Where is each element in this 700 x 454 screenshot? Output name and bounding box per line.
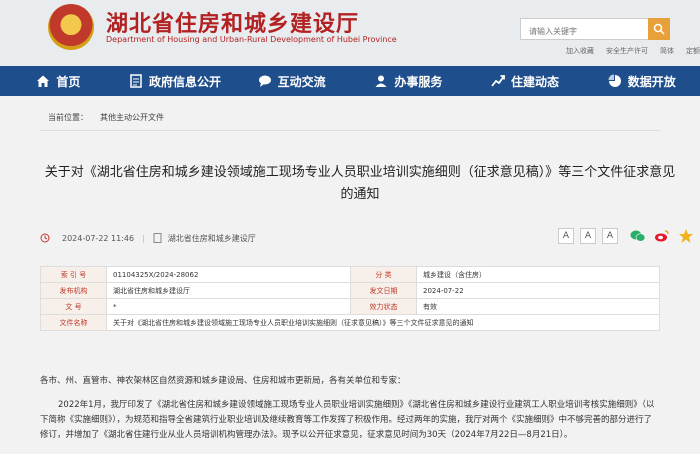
article-date: 2024-07-22 11:46 <box>62 233 135 243</box>
clock-icon <box>40 233 50 243</box>
body-paragraph: 2022年1月，我厅印发了《湖北省住房和城乡建设领域施工现场专业人员职业培训实施… <box>40 400 655 440</box>
share-icons <box>630 228 694 244</box>
nav-item-open-data[interactable]: 数据开放 <box>583 66 700 96</box>
filename-value: 关于对《湖北省住房和城乡建设领域施工现场专业人员职业培训实施细则（征求意见稿）》… <box>106 314 660 331</box>
add-favorite-link[interactable]: 加入收藏 <box>566 46 594 56</box>
pie-chart-icon <box>608 74 621 87</box>
nav-label: 首页 <box>56 74 81 89</box>
category-value: 城乡建设（含住房） <box>416 266 660 283</box>
table-row: 文 号 * 效力状态 有效 <box>40 298 660 315</box>
simplified-chinese-link[interactable]: 简体 <box>660 46 674 56</box>
home-icon <box>37 75 50 87</box>
wechat-icon[interactable] <box>630 228 646 244</box>
trend-icon <box>491 75 505 87</box>
issuer-label: 发布机构 <box>40 282 107 299</box>
index-label: 索 引 号 <box>40 266 107 283</box>
pubdate-value: 2024-07-22 <box>416 282 660 299</box>
weibo-icon[interactable] <box>654 228 670 244</box>
docno-value: * <box>106 298 351 315</box>
font-size-controls: A A A <box>558 228 618 244</box>
breadcrumb-link[interactable]: 其他主动公开文件 <box>100 112 164 123</box>
font-size-large-button[interactable]: A <box>558 228 574 244</box>
main-nav: 首页 政府信息公开 互动交流 办事服务 住建动态 数据开放 <box>0 66 700 96</box>
nav-item-interaction[interactable]: 互动交流 <box>233 66 350 96</box>
nav-label: 政府信息公开 <box>149 74 222 89</box>
national-emblem-logo <box>48 4 94 50</box>
docno-label: 文 号 <box>40 298 107 315</box>
article-source: 湖北省住房和城乡建设厅 <box>167 233 256 243</box>
site-subtitle: Department of Housing and Urban-Rural De… <box>106 35 397 44</box>
favorite-star-icon[interactable] <box>678 228 694 244</box>
article-title: 关于对《湖北省住房和城乡建设领域施工现场专业人员职业培训实施细则（征求意见稿）》… <box>44 165 676 202</box>
validity-value: 有效 <box>416 298 660 315</box>
filename-label: 文件名称 <box>40 314 107 331</box>
font-size-small-button[interactable]: A <box>602 228 618 244</box>
top-links: 加入收藏 安全生产许可 简体 定额 <box>566 46 700 56</box>
font-size-medium-button[interactable]: A <box>580 228 596 244</box>
breadcrumb-label: 当前位置： <box>48 113 88 122</box>
nav-label: 互动交流 <box>277 74 326 89</box>
nav-label: 数据开放 <box>627 74 676 89</box>
site-header: 湖北省住房和城乡建设厅 Department of Housing and Ur… <box>0 0 700 66</box>
pubdate-label: 发文日期 <box>350 282 417 299</box>
safety-license-link[interactable]: 安全生产许可 <box>606 46 648 56</box>
article-meta: 2024-07-22 11:46 | 湖北省住房和城乡建设厅 A A A <box>40 228 693 248</box>
search-icon <box>653 23 665 35</box>
table-row: 发布机构 湖北省住房和城乡建设厅 发文日期 2024-07-22 <box>40 282 660 299</box>
nav-item-home[interactable]: 首页 <box>0 66 117 96</box>
site-title: 湖北省住房和城乡建设厅 <box>106 12 360 37</box>
validity-label: 效力状态 <box>350 298 417 315</box>
meta-separator: | <box>142 233 145 243</box>
document-icon <box>153 233 162 243</box>
divider <box>40 130 660 131</box>
quota-link[interactable]: 定额 <box>686 46 700 56</box>
breadcrumb: 当前位置： 其他主动公开文件 <box>48 112 164 123</box>
nav-label: 住建动态 <box>511 74 560 89</box>
search-button[interactable] <box>648 18 670 40</box>
nav-item-gov-info[interactable]: 政府信息公开 <box>117 66 234 96</box>
nav-item-news[interactable]: 住建动态 <box>467 66 584 96</box>
chat-icon <box>258 75 271 87</box>
body-greeting: 各市、州、直管市、神农架林区自然资源和城乡建设局、住房和城市更新局，各有关单位和… <box>40 376 406 386</box>
nav-item-services[interactable]: 办事服务 <box>350 66 467 96</box>
user-icon <box>375 75 387 87</box>
search-box <box>520 18 670 42</box>
table-row: 索 引 号 01104325X/2024-28062 分 类 城乡建设（含住房） <box>40 266 660 283</box>
table-row: 文件名称 关于对《湖北省住房和城乡建设领域施工现场专业人员职业培训实施细则（征求… <box>40 314 660 331</box>
nav-label: 办事服务 <box>394 74 443 89</box>
index-value: 01104325X/2024-28062 <box>106 266 351 283</box>
document-icon <box>130 74 142 88</box>
search-input[interactable] <box>521 21 647 42</box>
category-label: 分 类 <box>350 266 417 283</box>
document-info-table: 索 引 号 01104325X/2024-28062 分 类 城乡建设（含住房）… <box>40 266 660 331</box>
issuer-value: 湖北省住房和城乡建设厅 <box>106 282 351 299</box>
